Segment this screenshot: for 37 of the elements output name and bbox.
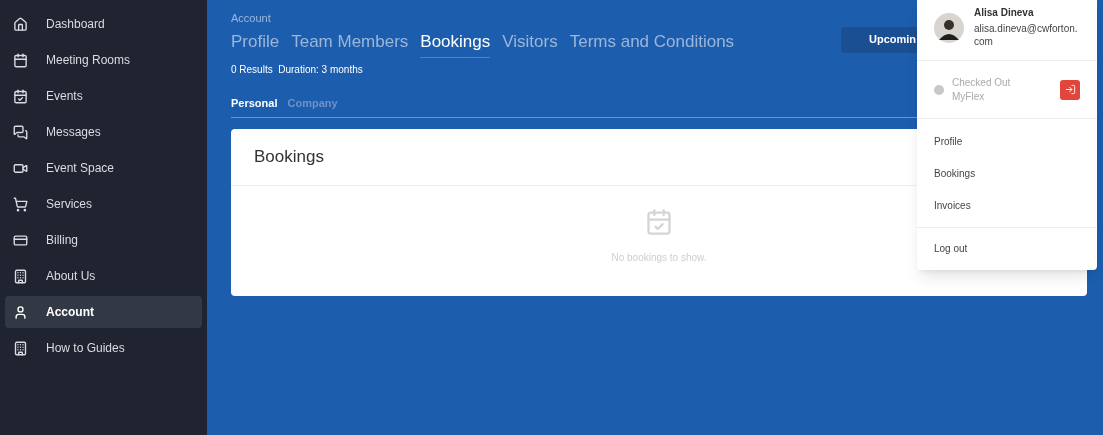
menu-item[interactable]: Invoices — [917, 189, 1097, 221]
breadcrumb: Account — [231, 11, 271, 26]
calendar-check-icon — [13, 88, 28, 104]
calendar-check-icon — [645, 207, 673, 236]
sidebar-item[interactable]: Meeting Rooms — [5, 44, 202, 76]
user-icon — [13, 304, 28, 320]
chat-bubbles-icon — [13, 124, 28, 140]
sidebar-item[interactable]: Account — [5, 296, 202, 328]
sidebar-item[interactable]: About Us — [5, 260, 202, 292]
user-name: Alisa Dineva — [974, 6, 1035, 20]
menu-item[interactable]: Bookings — [917, 157, 1097, 189]
check-in-button[interactable] — [1060, 79, 1080, 100]
avatar — [934, 13, 964, 43]
sidebar-item[interactable]: Events — [5, 80, 202, 112]
results-summary: 0 Results Duration: 3 months — [231, 63, 364, 77]
cart-icon — [13, 196, 28, 212]
check-in-status: Checked Out — [952, 75, 1011, 90]
calendar-icon — [13, 52, 28, 68]
sidebar-item[interactable]: Billing — [5, 224, 202, 256]
logout-item[interactable]: Log out — [917, 228, 1097, 268]
sidebar-item[interactable]: Messages — [5, 116, 202, 148]
sidebar-item[interactable]: Dashboard — [5, 8, 202, 40]
login-icon — [1064, 84, 1076, 95]
user-email: alisa.dineva@cwforton.com — [974, 22, 1079, 48]
location: MyFlex — [952, 89, 986, 104]
home-icon — [13, 16, 28, 32]
tab[interactable]: Bookings — [420, 28, 491, 58]
sidebar-item[interactable]: Services — [5, 188, 202, 220]
status-dot — [934, 84, 944, 95]
building-icon — [13, 268, 28, 284]
subtab[interactable]: Personal — [231, 95, 278, 112]
menu-item[interactable]: Profile — [917, 125, 1097, 157]
building-icon — [13, 340, 28, 356]
credit-card-icon — [13, 232, 28, 248]
card-title: Bookings — [254, 145, 324, 168]
sidebar-item[interactable]: Event Space — [5, 152, 202, 184]
sidebar-item[interactable]: How to Guides — [5, 332, 202, 364]
